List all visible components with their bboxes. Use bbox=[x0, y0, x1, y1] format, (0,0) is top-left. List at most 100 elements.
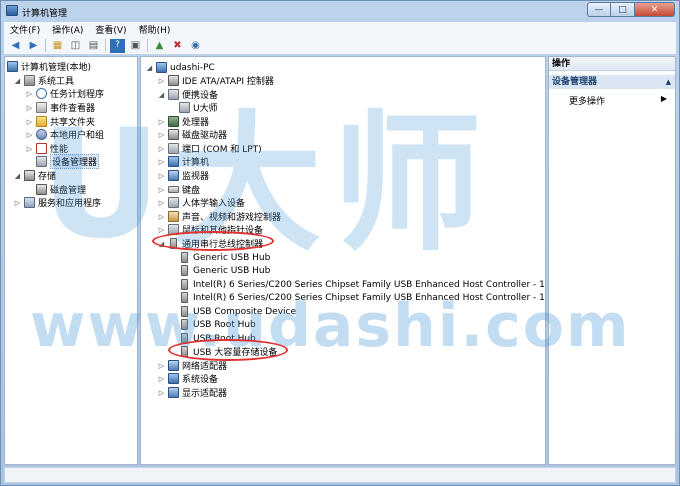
expand-icon[interactable]: ▷ bbox=[13, 197, 22, 208]
device-category[interactable]: ▷ 键盘 bbox=[157, 183, 200, 197]
expand-icon[interactable]: ▷ bbox=[157, 116, 166, 127]
collapse-icon[interactable]: ◢ bbox=[157, 89, 166, 100]
ide-controller-icon bbox=[168, 75, 179, 86]
tree-label: USB Composite Device bbox=[193, 306, 297, 317]
expand-icon[interactable]: ▷ bbox=[25, 116, 34, 127]
expand-icon[interactable]: ▷ bbox=[157, 387, 166, 398]
tree-label: 声音、视频和游戏控制器 bbox=[182, 213, 282, 223]
tree-label: 计算机 bbox=[182, 158, 210, 168]
expand-icon[interactable]: ▷ bbox=[157, 197, 166, 208]
expand-icon[interactable]: ▷ bbox=[157, 156, 166, 167]
tree-item-task-scheduler[interactable]: ▷ 任务计划程序 bbox=[25, 87, 104, 100]
tree-item-local-users-groups[interactable]: ▷ 本地用户和组 bbox=[25, 128, 104, 141]
tree-item-services-applications[interactable]: ▷ 服务和应用程序 bbox=[13, 196, 101, 209]
maximize-icon: □ bbox=[618, 4, 627, 15]
port-icon bbox=[168, 143, 179, 154]
scan-hardware-icon[interactable]: ◉ bbox=[188, 39, 203, 53]
usb-device-item[interactable]: Generic USB Hub bbox=[179, 264, 270, 277]
device-category[interactable]: ▷ 端口 (COM 和 LPT) bbox=[157, 142, 262, 155]
device-category-usb-controllers[interactable]: ◢ 通用串行总线控制器 bbox=[157, 237, 263, 250]
tree-item-device-manager[interactable]: 设备管理器 bbox=[36, 154, 100, 169]
tree-label: udashi-PC bbox=[170, 62, 215, 73]
device-category[interactable]: ▷ 系统设备 bbox=[157, 372, 218, 385]
expand-icon[interactable]: ▷ bbox=[25, 129, 34, 140]
console-tree-pane[interactable]: 计算机管理(本地) ◢ 系统工具 ▷ 任务计划程序 ▷ 事件查看器 ▷ 共享文件… bbox=[4, 56, 138, 465]
device-category[interactable]: ▷ 网络适配器 bbox=[157, 359, 227, 372]
device-category[interactable]: ▷ 显示适配器 bbox=[157, 386, 227, 399]
tree-label: 任务计划程序 bbox=[50, 90, 105, 100]
device-item[interactable]: U大师 bbox=[179, 101, 218, 114]
usb-device-item[interactable]: Intel(R) 6 Series/C200 Series Chipset Fa… bbox=[179, 278, 545, 291]
uninstall-icon[interactable]: ✖ bbox=[170, 39, 185, 53]
properties-icon[interactable]: ▤ bbox=[86, 39, 101, 53]
device-category[interactable]: ▷ 计算机 bbox=[157, 155, 209, 168]
up-icon[interactable]: ▦ bbox=[50, 39, 65, 53]
device-category[interactable]: ▷ 鼠标和其他指针设备 bbox=[157, 223, 263, 236]
update-driver-icon[interactable]: ▲ bbox=[152, 39, 167, 53]
expand-icon[interactable]: ▷ bbox=[25, 143, 34, 154]
title-bar[interactable]: 计算机管理 — □ ✕ bbox=[1, 1, 679, 21]
tree-label: U大师 bbox=[193, 104, 218, 114]
device-category[interactable]: ▷ 处理器 bbox=[157, 115, 209, 128]
device-category[interactable]: ▷ 人体学输入设备 bbox=[157, 196, 245, 209]
help-icon[interactable]: ? bbox=[110, 38, 125, 53]
device-tree-pane[interactable]: ◢ udashi-PC ▷ IDE ATA/ATAPI 控制器 ◢ 便携设备 U… bbox=[140, 56, 546, 465]
usb-device-item[interactable]: Intel(R) 6 Series/C200 Series Chipset Fa… bbox=[179, 291, 545, 304]
forward-icon[interactable]: ▶ bbox=[26, 39, 41, 53]
menu-view[interactable]: 查看(V) bbox=[89, 23, 132, 36]
expand-icon[interactable]: ▷ bbox=[157, 360, 166, 371]
expand-icon[interactable]: ▷ bbox=[157, 224, 166, 235]
tree-item-system-tools[interactable]: ◢ 系统工具 bbox=[13, 74, 74, 87]
usb-device-item[interactable]: USB Root Hub bbox=[179, 332, 256, 345]
minimize-button[interactable]: — bbox=[587, 2, 611, 17]
collapse-icon[interactable]: ◢ bbox=[13, 170, 22, 181]
performance-icon bbox=[36, 143, 47, 154]
device-category[interactable]: ◢ 便携设备 bbox=[157, 88, 218, 101]
expand-icon[interactable]: ▷ bbox=[157, 170, 166, 181]
actions-section-device-manager[interactable]: 设备管理器 ▲ bbox=[549, 75, 675, 89]
device-category[interactable]: ▷ IDE ATA/ATAPI 控制器 bbox=[157, 74, 274, 87]
tree-item-shared-folders[interactable]: ▷ 共享文件夹 bbox=[25, 115, 95, 128]
menu-file[interactable]: 文件(F) bbox=[4, 23, 46, 36]
toolbar-separator bbox=[147, 39, 148, 52]
back-icon[interactable]: ◀ bbox=[8, 39, 23, 53]
usb-mass-storage-device[interactable]: USB 大容量存储设备 bbox=[179, 345, 277, 358]
tree-item-disk-management[interactable]: 磁盘管理 bbox=[36, 183, 86, 196]
expand-icon[interactable]: ▷ bbox=[157, 373, 166, 384]
menu-action[interactable]: 操作(A) bbox=[46, 23, 89, 36]
tree-label: 计算机管理(本地) bbox=[21, 63, 92, 73]
tree-label: 通用串行总线控制器 bbox=[182, 240, 264, 250]
disk-management-icon bbox=[36, 184, 47, 195]
tree-item-event-viewer[interactable]: ▷ 事件查看器 bbox=[25, 101, 95, 114]
device-category[interactable]: ▷ 监视器 bbox=[157, 169, 209, 182]
tree-label: 服务和应用程序 bbox=[38, 199, 102, 209]
usb-device-item[interactable]: USB Composite Device bbox=[179, 305, 296, 318]
close-button[interactable]: ✕ bbox=[635, 2, 675, 17]
expand-icon[interactable]: ▷ bbox=[157, 211, 166, 222]
show-hide-icon[interactable]: ◫ bbox=[68, 39, 83, 53]
usb-device-item[interactable]: USB Root Hub bbox=[179, 318, 256, 331]
tree-item-computer-management[interactable]: 计算机管理(本地) bbox=[7, 60, 91, 73]
expand-icon[interactable]: ▷ bbox=[157, 143, 166, 154]
tree-label: 便携设备 bbox=[182, 91, 219, 101]
collapse-icon[interactable]: ◢ bbox=[145, 62, 154, 73]
collapse-arrow-icon[interactable]: ▲ bbox=[666, 75, 671, 89]
mouse-icon bbox=[168, 224, 179, 235]
expand-icon[interactable]: ▷ bbox=[157, 184, 166, 195]
expand-icon[interactable]: ▷ bbox=[157, 75, 166, 86]
usb-device-item[interactable]: Generic USB Hub bbox=[179, 251, 270, 264]
tree-item-storage[interactable]: ◢ 存储 bbox=[13, 169, 56, 182]
maximize-button[interactable]: □ bbox=[611, 2, 635, 17]
collapse-icon[interactable]: ◢ bbox=[157, 238, 166, 249]
device-category[interactable]: ▷ 磁盘驱动器 bbox=[157, 128, 227, 141]
device-root[interactable]: ◢ udashi-PC bbox=[145, 61, 215, 74]
collapse-icon[interactable]: ◢ bbox=[13, 75, 22, 86]
menu-help[interactable]: 帮助(H) bbox=[133, 23, 177, 36]
more-actions-link[interactable]: 更多操作 bbox=[569, 94, 605, 107]
expand-icon[interactable]: ▷ bbox=[157, 129, 166, 140]
console-icon[interactable]: ▣ bbox=[128, 39, 143, 53]
device-category[interactable]: ▷ 声音、视频和游戏控制器 bbox=[157, 210, 281, 223]
tree-label: 共享文件夹 bbox=[50, 118, 96, 128]
expand-icon[interactable]: ▷ bbox=[25, 102, 34, 113]
expand-icon[interactable]: ▷ bbox=[25, 88, 34, 99]
